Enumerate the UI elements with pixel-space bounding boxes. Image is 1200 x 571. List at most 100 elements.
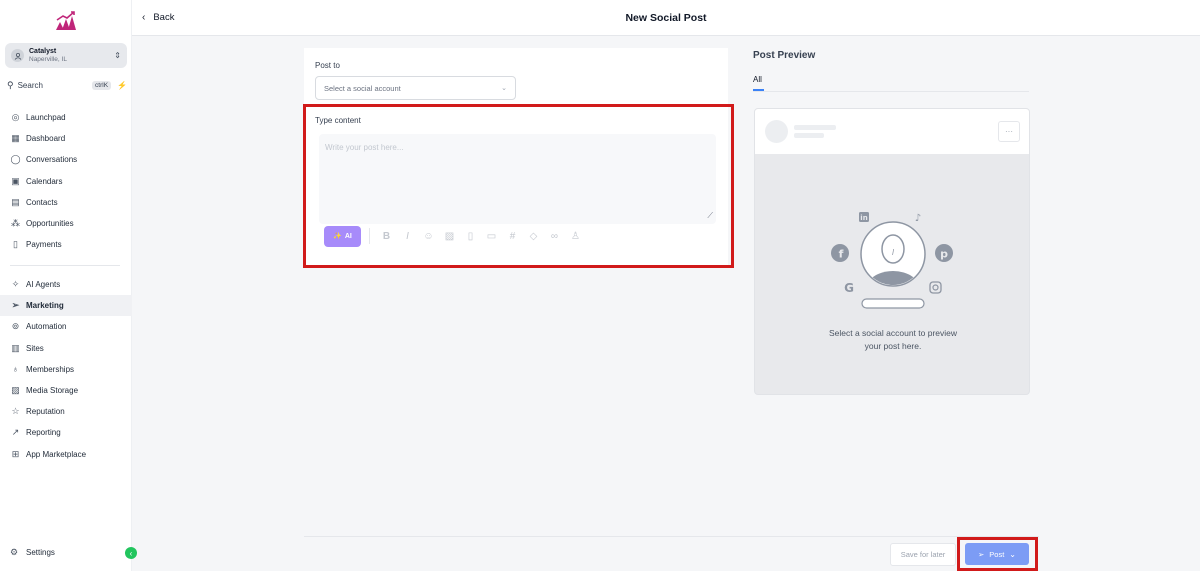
sidebar-item-label: Sites <box>26 343 44 353</box>
chevron-left-icon: ‹ <box>129 548 133 558</box>
sidebar-item-automation[interactable]: ⊚ Automation <box>0 316 132 337</box>
sidebar-item-opportunities[interactable]: ⁂ Opportunities <box>0 213 132 234</box>
social-account-select[interactable]: Select a social account ⌄ <box>315 76 516 100</box>
linkedin-icon: in <box>859 212 869 222</box>
placeholder-avatar <box>765 120 788 143</box>
account-avatar-icon <box>11 49 24 62</box>
sidebar-item-ai-agents[interactable]: ✧ AI Agents <box>0 274 132 295</box>
sidebar-item-sites[interactable]: ▥ Sites <box>0 338 132 359</box>
sidebar-item-label: Reporting <box>26 428 61 438</box>
automation-icon: ⊚ <box>11 321 20 332</box>
sidebar-item-label: Automation <box>26 322 67 332</box>
sidebar-item-payments[interactable]: ▯ Payments <box>0 234 132 255</box>
nav-primary: ◎ Launchpad ▦ Dashboard ◯ Conversations ▣ Ca… <box>0 107 132 255</box>
svg-text:in: in <box>860 214 867 222</box>
logo-icon <box>56 11 76 30</box>
sidebar-item-label: Payments <box>26 240 62 250</box>
apps-icon: ⊞ <box>11 448 20 459</box>
select-placeholder: Select a social account <box>324 83 401 93</box>
sidebar-item-reputation[interactable]: ☆ Reputation <box>0 401 132 422</box>
account-switcher[interactable]: Catalyst Naperville, IL ⇕ <box>5 43 127 68</box>
facebook-icon: f <box>831 244 849 262</box>
send-icon: ➢ <box>11 300 20 311</box>
tiktok-icon: ♪ <box>915 213 921 224</box>
preview-card-header: ··· <box>755 109 1029 154</box>
sidebar-item-app-marketplace[interactable]: ⊞ App Marketplace <box>0 444 132 465</box>
sidebar-item-label: Calendars <box>26 176 63 186</box>
image-icon: ▨ <box>11 385 20 396</box>
search-shortcut-badge: ctrlK <box>92 80 112 90</box>
chevron-down-icon: ⌄ <box>501 85 507 92</box>
award-icon: ♁ <box>12 364 19 375</box>
sidebar-item-label: Opportunities <box>26 219 74 229</box>
tab-all[interactable]: All <box>753 75 762 84</box>
sidebar-item-contacts[interactable]: ▤ Contacts <box>0 192 132 213</box>
sidebar-item-launchpad[interactable]: ◎ Launchpad <box>0 107 132 128</box>
preview-empty-message: Select a social account to preview your … <box>755 327 1029 353</box>
google-icon: G <box>844 281 854 295</box>
sidebar-item-label: Memberships <box>26 364 75 374</box>
payments-icon: ▯ <box>13 239 18 250</box>
search-icon: ⚲ <box>7 79 14 90</box>
sidebar-item-label: Marketing <box>26 301 64 311</box>
placeholder-line <box>794 133 824 138</box>
sidebar-item-label: Launchpad <box>26 113 66 123</box>
nav-secondary: ✧ AI Agents ➢ Marketing ⊚ Automation ▥ Sites… <box>0 274 132 465</box>
grid-icon: ▦ <box>11 133 20 144</box>
star-icon: ☆ <box>11 406 20 417</box>
tabs-divider <box>753 91 1029 92</box>
pinterest-icon: p <box>935 244 953 262</box>
sidebar-item-settings[interactable]: ⚙ Settings <box>0 543 132 561</box>
rocket-icon: ◎ <box>11 112 20 123</box>
post-highlight-box <box>957 537 1038 571</box>
content-highlight-box <box>303 104 734 268</box>
sidebar-item-label: Conversations <box>26 155 78 165</box>
sidebar: Catalyst Naperville, IL ⇕ ⚲ Search ctrlK… <box>0 0 132 571</box>
sidebar-item-marketing[interactable]: ➢ Marketing <box>0 295 132 317</box>
chevron-updown-icon: ⇕ <box>114 51 121 60</box>
sidebar-item-label: Dashboard <box>26 134 66 144</box>
header: ‹ Back New Social Post <box>132 0 1200 36</box>
page-title: New Social Post <box>625 12 707 24</box>
trend-icon: ↗ <box>11 427 20 438</box>
sidebar-divider <box>10 265 120 266</box>
account-name: Catalyst <box>29 47 57 55</box>
placeholder-line <box>794 125 836 130</box>
preview-title: Post Preview <box>753 50 816 61</box>
sidebar-item-label: AI Agents <box>26 280 61 290</box>
svg-text:p: p <box>940 248 948 261</box>
sidebar-item-label: Settings <box>26 547 55 557</box>
svg-text:f: f <box>839 248 844 261</box>
sidebar-search[interactable]: ⚲ Search ctrlK ⚡ <box>7 78 127 92</box>
sidebar-item-media-storage[interactable]: ▨ Media Storage <box>0 380 132 401</box>
pipeline-icon: ⁂ <box>11 218 20 229</box>
collapse-sidebar-button[interactable]: ‹ <box>125 547 137 559</box>
sites-icon: ▥ <box>11 342 20 353</box>
sidebar-item-dashboard[interactable]: ▦ Dashboard <box>0 128 132 149</box>
account-location: Naperville, IL <box>29 55 67 63</box>
gear-icon: ⚙ <box>10 546 19 557</box>
sidebar-item-label: App Marketplace <box>26 449 87 459</box>
sparkle-icon: ✧ <box>11 279 20 290</box>
bolt-icon[interactable]: ⚡ <box>117 81 127 90</box>
sidebar-item-label: Media Storage <box>26 386 79 396</box>
sidebar-item-calendars[interactable]: ▣ Calendars <box>0 171 132 192</box>
sidebar-item-memberships[interactable]: ♁ Memberships <box>0 359 132 380</box>
social-preview-illustration: l in ♪ f p G <box>831 212 953 309</box>
instagram-icon <box>929 281 942 294</box>
sidebar-item-label: Reputation <box>26 407 65 417</box>
post-to-label: Post to <box>315 61 340 70</box>
more-options-icon[interactable]: ··· <box>998 121 1020 142</box>
sidebar-item-conversations[interactable]: ◯ Conversations <box>0 149 132 170</box>
preview-card: ··· l in ♪ f p G Select a social account… <box>754 108 1030 395</box>
preview-message-line: your post here. <box>864 341 922 351</box>
contacts-icon: ▤ <box>11 196 20 207</box>
preview-message-line: Select a social account to preview <box>828 328 958 338</box>
sidebar-item-label: Contacts <box>26 197 58 207</box>
sidebar-item-reporting[interactable]: ↗ Reporting <box>0 422 132 443</box>
search-label: Search <box>17 80 43 90</box>
calendar-icon: ▣ <box>11 175 20 186</box>
save-for-later-button[interactable]: Save for later <box>890 543 956 566</box>
footer-divider <box>304 536 1039 537</box>
chat-icon: ◯ <box>10 154 21 165</box>
